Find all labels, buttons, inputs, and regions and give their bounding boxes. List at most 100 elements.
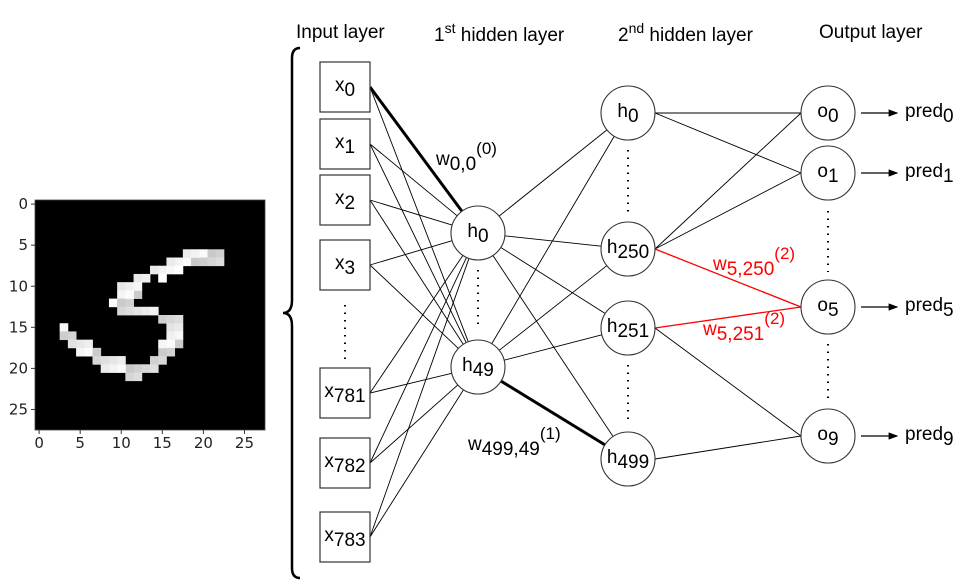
- digit-pixel: [150, 356, 159, 365]
- edge-hidden2-to-output: [654, 112, 802, 250]
- header-input-layer: Input layer: [296, 22, 385, 43]
- digit-pixel: [166, 265, 176, 275]
- input-node-x781: x781: [319, 367, 371, 419]
- digit-pixel: [174, 339, 184, 349]
- prediction-label: pred9: [905, 424, 954, 450]
- digit-pixel: [174, 257, 184, 267]
- digit-pixel: [133, 364, 143, 373]
- digit-pixel: [215, 249, 225, 258]
- y-tick-label: 25: [9, 400, 28, 418]
- neural-network-diagram: 0 5 10 15 20 25 0 5 10 15 20 25 Input layer 1st hi…: [9, 20, 954, 580]
- digit-pixel: [141, 306, 151, 316]
- connection-edges: [368, 86, 802, 538]
- digit-pixel: [133, 273, 143, 283]
- output-node-o0: o0: [800, 85, 856, 141]
- digit-pixel: [117, 364, 126, 373]
- digit-pixel: [92, 347, 102, 357]
- digit-pixel: [76, 339, 85, 349]
- digit-pixel: [150, 306, 159, 316]
- input-node-x1: x1: [319, 118, 371, 170]
- hidden2-node-h499: h499: [600, 431, 656, 487]
- x-tick-label: 10: [112, 434, 131, 452]
- digit-pixel: [67, 339, 77, 349]
- digit-pixel: [158, 265, 167, 275]
- digit-pixel: [166, 323, 176, 332]
- digit-pixel: [207, 249, 217, 258]
- hidden1-node-h49: h49: [450, 339, 506, 395]
- edge-hidden1-to-hidden2: [504, 235, 602, 247]
- digit-pixel: [191, 249, 200, 258]
- digit-pixel: [84, 347, 93, 357]
- weight-labels: w0,0(0) w499,49(1) w5,250(2) w5,251(2): [435, 139, 795, 460]
- digit-pixel: [158, 273, 167, 283]
- edge-input-to-hidden1: [369, 384, 459, 464]
- digit-pixel: [215, 257, 225, 267]
- digit-pixel: [133, 290, 143, 299]
- digit-pixel: [125, 364, 134, 373]
- digit-pixel: [158, 315, 167, 324]
- digit-pixel: [174, 315, 184, 324]
- digit-pixel: [108, 356, 118, 365]
- x-tick-label: 15: [153, 434, 172, 452]
- edge-hidden1-to-hidden2: [500, 247, 606, 314]
- digit-pixel: [182, 257, 192, 267]
- y-tick-label: 5: [18, 236, 28, 254]
- hidden2-node-h251: h251: [600, 300, 656, 356]
- edge-hidden1-to-hidden2: [498, 129, 608, 217]
- digit-pixel: [174, 265, 184, 275]
- digit-pixel: [141, 364, 151, 373]
- edge-input-to-hidden1: [369, 199, 464, 345]
- x-tick-label: 25: [235, 434, 254, 452]
- output-node-o5: o5: [800, 279, 856, 335]
- digit-pixel: [150, 364, 159, 373]
- edge-input-to-hidden1: [369, 264, 459, 349]
- digit-pixel: [117, 306, 126, 316]
- hidden2-node-h0: h0: [600, 85, 656, 141]
- digit-pixel: [67, 331, 77, 341]
- digit-pixel: [84, 339, 93, 349]
- hidden2-node-h250: h250: [600, 221, 656, 277]
- digit-pixel: [166, 257, 176, 267]
- weight-label: w5,251(2): [702, 309, 785, 345]
- digit-pixel: [141, 273, 151, 283]
- digit-pixel: [76, 347, 85, 357]
- y-tick-label: 15: [9, 318, 28, 336]
- digit-pixel: [125, 298, 134, 308]
- x-tick-label: 20: [194, 434, 213, 452]
- prediction-label: pred1: [905, 161, 954, 187]
- digit-pixel: [158, 339, 167, 349]
- input-node-x2: x2: [319, 174, 371, 226]
- edge-input-to-hidden1: [369, 86, 469, 342]
- digit-pixel: [166, 331, 176, 341]
- edge-input-to-hidden1: [369, 258, 470, 538]
- y-tick-label: 0: [18, 195, 28, 213]
- header-hidden-layer-2: 2nd hidden layer: [618, 20, 754, 46]
- edge-input-to-hidden1: [369, 240, 453, 266]
- output-node-o9: o9: [800, 408, 856, 464]
- digit-pixel: [117, 290, 126, 299]
- digit-pixel: [207, 257, 217, 267]
- digit-pixel: [150, 265, 159, 275]
- edge-hidden1-to-hidden2: [492, 255, 614, 437]
- edge-hidden1-to-hidden2: [504, 334, 602, 361]
- image-y-axis: 0 5 10 15 20 25: [9, 195, 35, 418]
- digit-pixel: [125, 372, 134, 382]
- x-tick-label: 0: [34, 434, 44, 452]
- digit-pixel: [117, 298, 126, 308]
- digit-pixel: [166, 339, 176, 349]
- edge-hidden2-to-output: [654, 172, 802, 250]
- digit-pixel: [158, 347, 167, 357]
- digit-pixel: [59, 323, 69, 332]
- digit-pixel: [166, 347, 176, 357]
- digit-pixel: [108, 364, 118, 373]
- digit-pixel: [174, 323, 184, 332]
- digit-pixel: [100, 356, 110, 365]
- digit-pixel: [166, 315, 176, 324]
- digit-pixel: [199, 249, 208, 258]
- x-tick-label: 5: [75, 434, 85, 452]
- edge-hidden2-to-output: [654, 112, 802, 174]
- mnist-digit-image: 0 5 10 15 20 25 0 5 10 15 20 25: [9, 195, 266, 452]
- digit-pixel: [59, 331, 69, 341]
- digit-pixel: [100, 364, 110, 373]
- digit-pixel: [133, 372, 143, 382]
